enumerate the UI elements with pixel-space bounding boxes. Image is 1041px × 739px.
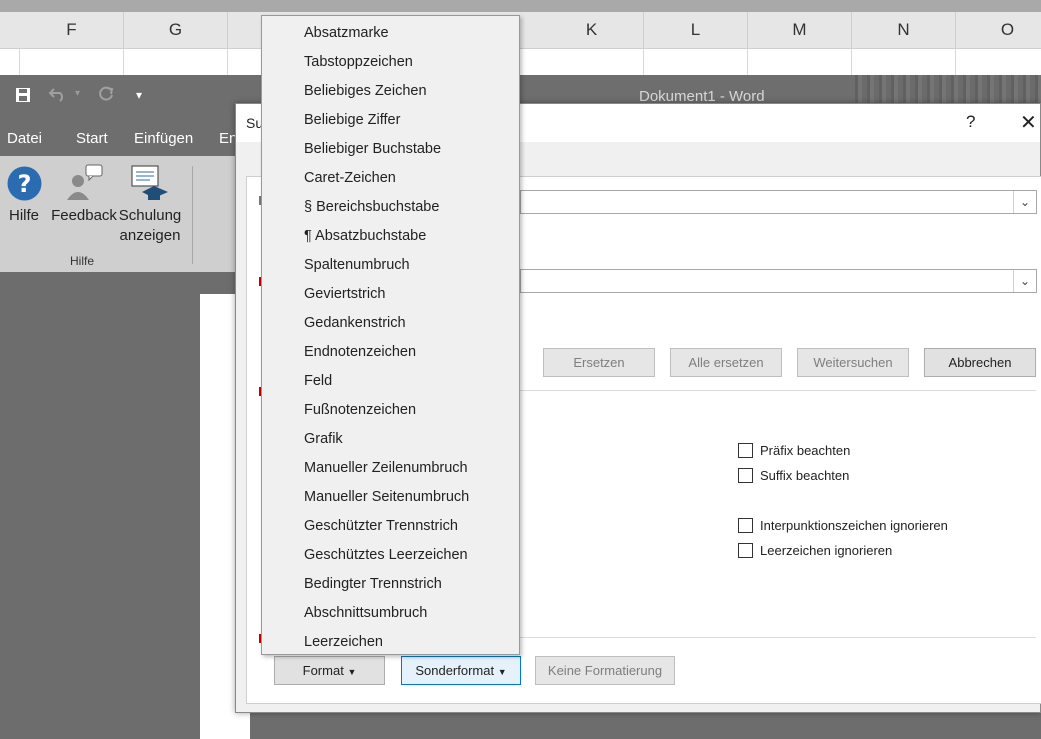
training-button-label-1[interactable]: Schulung — [118, 206, 182, 226]
menu-item-grafik[interactable]: Grafik — [304, 428, 343, 450]
no-formatting-button[interactable]: Keine Formatierung — [535, 656, 675, 685]
training-button-label-2[interactable]: anzeigen — [118, 226, 182, 246]
customize-quick-access-icon[interactable]: ▾ — [136, 88, 142, 102]
menu-item-feld[interactable]: Feld — [304, 370, 332, 392]
column-header-n[interactable]: N — [852, 12, 956, 48]
titlebar-pattern — [855, 75, 1041, 103]
prefix-checkbox[interactable] — [738, 443, 753, 458]
suffix-checkbox-row[interactable]: Suffix beachten — [738, 467, 849, 485]
caret-down-icon: ▼ — [347, 667, 357, 677]
dialog-help-button[interactable]: ? — [966, 112, 975, 132]
whitespace-checkbox-row[interactable]: Leerzeichen ignorieren — [738, 542, 892, 560]
ribbon-separator — [192, 166, 193, 264]
special-format-button-label: Sonderformat — [415, 663, 495, 678]
menu-item-geschuetztes-leerzeichen[interactable]: Geschütztes Leerzeichen — [304, 544, 468, 566]
caret-down-icon: ▼ — [497, 667, 507, 677]
training-icon[interactable] — [130, 164, 172, 207]
whitespace-label: Leerzeichen ignorieren — [760, 543, 893, 558]
menu-item-leerzeichen[interactable]: Leerzeichen — [304, 631, 383, 653]
menu-item-manueller-zeilenumbruch[interactable]: Manueller Zeilenumbruch — [304, 457, 468, 479]
feedback-button-label[interactable]: Feedback — [50, 206, 118, 226]
chevron-down-icon[interactable]: ⌄ — [1013, 270, 1036, 292]
menu-item-bereichsbuchstabe[interactable]: § Bereichsbuchstabe — [304, 196, 439, 218]
prefix-checkbox-row[interactable]: Präfix beachten — [738, 442, 850, 460]
menu-item-bedingter-trennstrich[interactable]: Bedingter Trennstrich — [304, 573, 442, 595]
prefix-label: Präfix beachten — [760, 443, 851, 458]
replace-button[interactable]: Ersetzen — [543, 348, 655, 377]
suffix-checkbox[interactable] — [738, 468, 753, 483]
column-header-l[interactable]: L — [644, 12, 748, 48]
find-next-button[interactable]: Weitersuchen — [797, 348, 909, 377]
svg-text:?: ? — [18, 170, 32, 198]
replace-all-button[interactable]: Alle ersetzen — [670, 348, 782, 377]
tab-start[interactable]: Start — [76, 130, 108, 147]
menu-item-spaltenumbruch[interactable]: Spaltenumbruch — [304, 254, 410, 276]
chevron-down-icon[interactable]: ⌄ — [1013, 191, 1036, 213]
help-button-label[interactable]: Hilfe — [4, 206, 44, 226]
dialog-close-button[interactable]: ✕ — [1020, 110, 1037, 135]
feedback-icon[interactable] — [64, 164, 106, 205]
special-format-menu: Absatzmarke Tabstoppzeichen Beliebiges Z… — [261, 15, 520, 655]
column-header-g[interactable]: G — [124, 12, 228, 48]
menu-item-beliebiger-buchstabe[interactable]: Beliebiger Buchstabe — [304, 138, 441, 160]
punctuation-checkbox[interactable] — [738, 518, 753, 533]
column-header-o[interactable]: O — [956, 12, 1041, 48]
column-header-f[interactable]: F — [20, 12, 124, 48]
menu-item-beliebiges-zeichen[interactable]: Beliebiges Zeichen — [304, 80, 427, 102]
cancel-button[interactable]: Abbrechen — [924, 348, 1036, 377]
format-button[interactable]: Format ▼ — [274, 656, 385, 685]
menu-item-geschuetzter-trennstrich[interactable]: Geschützter Trennstrich — [304, 515, 458, 537]
excel-row — [0, 49, 1041, 75]
menu-item-tabstoppzeichen[interactable]: Tabstoppzeichen — [304, 51, 413, 73]
excel-top-bar — [0, 0, 1041, 12]
tab-datei[interactable]: Datei — [7, 130, 42, 147]
whitespace-checkbox[interactable] — [738, 543, 753, 558]
column-header-k[interactable]: K — [540, 12, 644, 48]
tab-einfuegen[interactable]: Einfügen — [134, 130, 193, 147]
menu-item-absatzmarke[interactable]: Absatzmarke — [304, 22, 389, 44]
special-format-button[interactable]: Sonderformat ▼ — [401, 656, 521, 685]
menu-item-caret-zeichen[interactable]: Caret-Zeichen — [304, 167, 396, 189]
column-header-m[interactable]: M — [748, 12, 852, 48]
options-separator — [520, 390, 1036, 391]
menu-item-abschnittsumbruch[interactable]: Abschnittsumbruch — [304, 602, 427, 624]
punctuation-label: Interpunktionszeichen ignorieren — [760, 518, 948, 533]
menu-item-manueller-seitenumbruch[interactable]: Manueller Seitenumbruch — [304, 486, 469, 508]
menu-item-absatzbuchstabe[interactable]: ¶ Absatzbuchstabe — [304, 225, 426, 247]
menu-item-fussnotenzeichen[interactable]: Fußnotenzeichen — [304, 399, 416, 421]
undo-icon[interactable] — [48, 85, 68, 108]
redo-icon[interactable] — [97, 85, 115, 108]
format-separator — [520, 637, 1036, 638]
suffix-label: Suffix beachten — [760, 468, 850, 483]
replace-with-input[interactable]: ⌄ — [520, 269, 1037, 293]
punctuation-checkbox-row[interactable]: Interpunktionszeichen ignorieren — [738, 517, 948, 535]
undo-dropdown-icon[interactable]: ▾ — [75, 88, 80, 99]
save-icon[interactable] — [15, 87, 31, 108]
help-icon[interactable]: ? — [7, 166, 42, 204]
ribbon-group-label: Hilfe — [70, 254, 95, 268]
excel-column-headers: F G K L M N O — [0, 12, 1041, 49]
menu-item-endnotenzeichen[interactable]: Endnotenzeichen — [304, 341, 416, 363]
ribbon-help-group: ? Hilfe Feedback Schulung anzeigen Hilfe — [0, 156, 236, 272]
menu-item-geviertstrich[interactable]: Geviertstrich — [304, 283, 385, 305]
menu-item-beliebige-ziffer[interactable]: Beliebige Ziffer — [304, 109, 400, 131]
format-button-label: Format — [302, 663, 344, 678]
menu-item-gedankenstrich[interactable]: Gedankenstrich — [304, 312, 406, 334]
find-what-input[interactable]: ⌄ — [520, 190, 1037, 214]
